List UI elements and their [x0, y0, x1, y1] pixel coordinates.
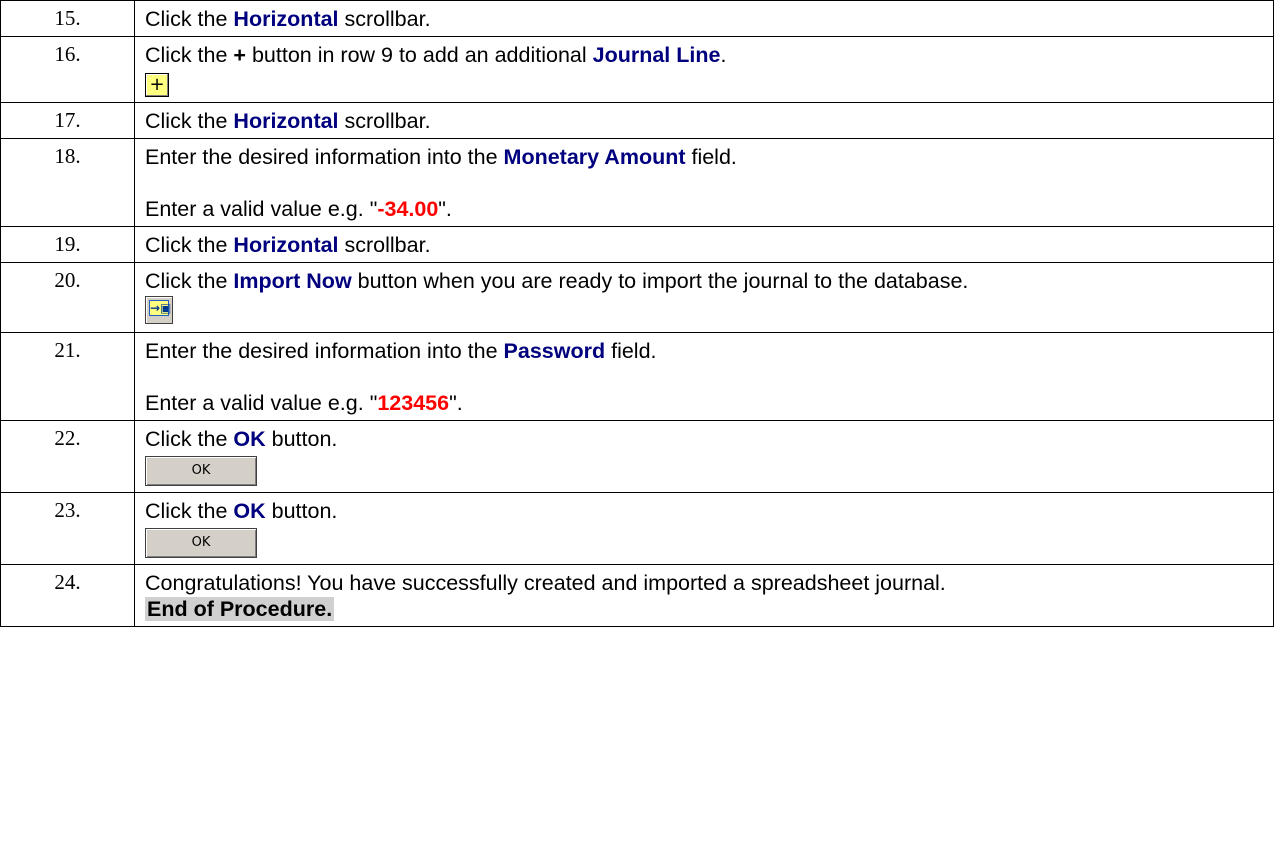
step-row: 16. Click the + button in row 9 to add a…	[0, 36, 1274, 103]
step-number: 17.	[0, 102, 135, 139]
step-number: 22.	[0, 420, 135, 493]
procedure-steps-table: 15. Click the Horizontal scrollbar. 16. …	[0, 0, 1274, 627]
step-screenshot: OK	[145, 526, 1267, 560]
step-row: 20. Click the Import Now button when you…	[0, 262, 1274, 333]
step-row: 24. Congratulations! You have successful…	[0, 564, 1274, 627]
step-number: 18.	[0, 138, 135, 227]
step-row: 21. Enter the desired information into t…	[0, 332, 1274, 421]
step-screenshot: →▣	[145, 296, 1267, 328]
step-screenshot: OK	[145, 454, 1267, 488]
step-row: 18. Enter the desired information into t…	[0, 138, 1274, 227]
ui-element-name: Monetary Amount	[503, 145, 686, 169]
step-row: 17. Click the Horizontal scrollbar.	[0, 102, 1274, 139]
step-number: 21.	[0, 332, 135, 421]
step-text: Congratulations! You have successfully c…	[134, 564, 1274, 627]
step-number: 15.	[0, 0, 135, 37]
ok-button-image[interactable]: OK	[145, 528, 257, 558]
example-value-hint: Enter a valid value e.g. "123456".	[145, 391, 463, 415]
ui-element-name: Journal Line	[592, 43, 721, 67]
step-number: 20.	[0, 262, 135, 333]
step-text: Click the OK button. OK	[134, 492, 1274, 565]
import-now-icon[interactable]: →▣	[145, 296, 173, 324]
step-text: Enter the desired information into the P…	[134, 332, 1274, 421]
ok-button-image[interactable]: OK	[145, 456, 257, 486]
ui-element-name: Horizontal	[233, 109, 339, 133]
step-number: 16.	[0, 36, 135, 103]
plus-button-icon[interactable]: +	[145, 73, 169, 97]
step-screenshot: +	[145, 70, 1267, 98]
step-text: Click the Import Now button when you are…	[134, 262, 1274, 333]
ui-element-name: Import Now	[233, 269, 352, 293]
step-row: 22. Click the OK button. OK	[0, 420, 1274, 493]
step-row: 15. Click the Horizontal scrollbar.	[0, 0, 1274, 37]
step-text: Click the OK button. OK	[134, 420, 1274, 493]
example-value: -34.00	[377, 197, 439, 221]
step-number: 19.	[0, 226, 135, 263]
step-text: Click the Horizontal scrollbar.	[134, 226, 1274, 263]
ui-element-name: Password	[503, 339, 606, 363]
step-text: Enter the desired information into the M…	[134, 138, 1274, 227]
step-row: 23. Click the OK button. OK	[0, 492, 1274, 565]
example-value: 123456	[377, 391, 450, 415]
ui-element-name: OK	[233, 427, 266, 451]
step-number: 23.	[0, 492, 135, 565]
step-text: Click the Horizontal scrollbar.	[134, 102, 1274, 139]
step-number: 24.	[0, 564, 135, 627]
step-text: Click the Horizontal scrollbar.	[134, 0, 1274, 37]
end-of-procedure: End of Procedure.	[145, 597, 335, 621]
example-value-hint: Enter a valid value e.g. "-34.00".	[145, 197, 452, 221]
ui-element-name: Horizontal	[233, 7, 339, 31]
step-text: Click the + button in row 9 to add an ad…	[134, 36, 1274, 103]
step-row: 19. Click the Horizontal scrollbar.	[0, 226, 1274, 263]
ui-element-name: Horizontal	[233, 233, 339, 257]
ui-element-name: OK	[233, 499, 266, 523]
